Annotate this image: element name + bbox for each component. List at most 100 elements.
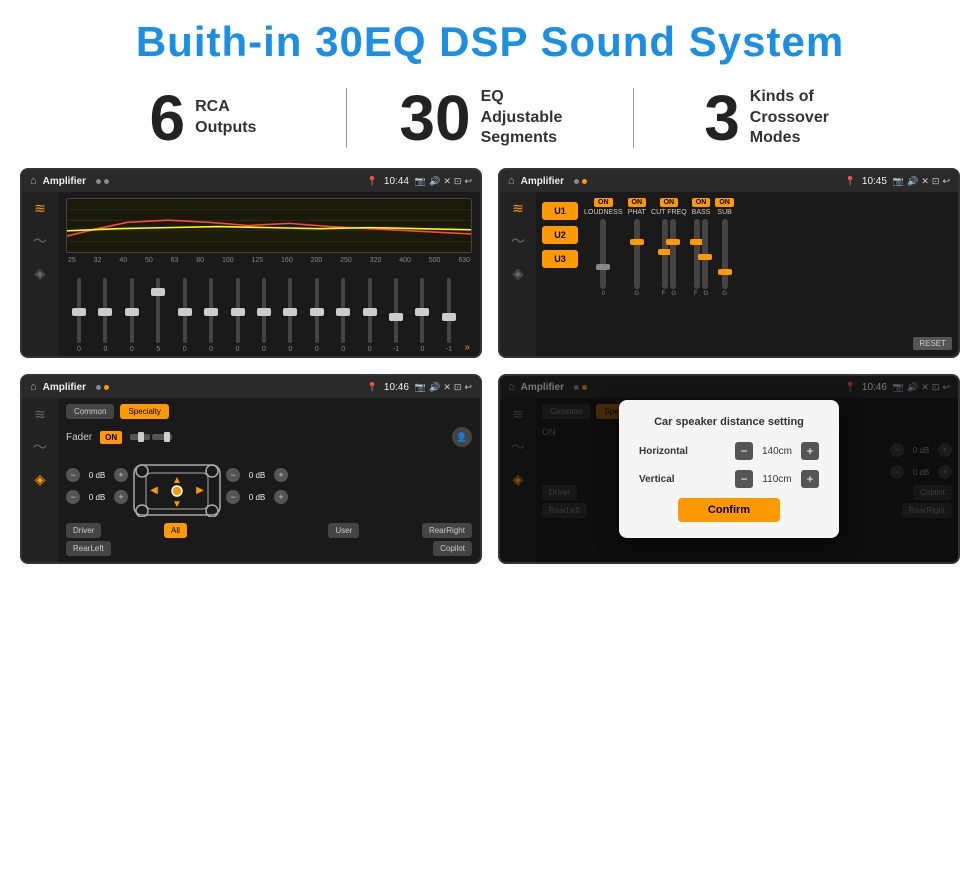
s2-back-icon[interactable]: ↩ <box>942 176 950 187</box>
slider-track-7[interactable] <box>236 278 240 343</box>
s3-close-icon[interactable]: ✕ <box>443 382 451 393</box>
eq-more-arrow[interactable]: » <box>464 342 470 353</box>
s2-eq-icon[interactable]: ≋ <box>512 200 524 217</box>
slider-thumb-15[interactable] <box>442 313 456 321</box>
s3-eq-icon[interactable]: ≋ <box>34 406 46 423</box>
slider-track-1[interactable] <box>77 278 81 343</box>
vertical-plus-btn[interactable]: + <box>801 470 819 488</box>
slider-track-9[interactable] <box>288 278 292 343</box>
window-icon[interactable]: ⊡ <box>454 176 462 187</box>
home-icon-3[interactable]: ⌂ <box>30 381 37 393</box>
slider-thumb-4[interactable] <box>151 288 165 296</box>
home-icon[interactable]: ⌂ <box>30 175 37 187</box>
slider-track-12[interactable] <box>368 278 372 343</box>
rearleft-btn[interactable]: RearLeft <box>66 541 111 556</box>
slider-thumb-14[interactable] <box>415 308 429 316</box>
phat-slider[interactable] <box>634 219 640 289</box>
slider-thumb-11[interactable] <box>336 308 350 316</box>
s3-wave-icon[interactable]: 〜 <box>33 437 47 457</box>
back-icon[interactable]: ↩ <box>464 176 472 187</box>
u1-preset[interactable]: U1 <box>542 202 578 220</box>
s2-wave-icon[interactable]: 〜 <box>511 231 525 251</box>
loudness-slider-1[interactable] <box>600 219 606 289</box>
slider-track-8[interactable] <box>262 278 266 343</box>
loudness-on[interactable]: ON <box>594 198 613 207</box>
horizontal-plus-btn[interactable]: + <box>801 442 819 460</box>
bass-slider-g[interactable] <box>702 219 708 289</box>
phat-thumb[interactable] <box>630 239 644 245</box>
sub-thumb[interactable] <box>718 269 732 275</box>
copilot-btn[interactable]: Copilot <box>433 541 472 556</box>
slider-thumb-12[interactable] <box>363 308 377 316</box>
slider-thumb-3[interactable] <box>125 308 139 316</box>
bass-thumb-g[interactable] <box>698 254 712 260</box>
fader-on-toggle[interactable]: ON <box>100 431 122 444</box>
rr-plus[interactable]: + <box>274 490 288 504</box>
slider-thumb-9[interactable] <box>283 308 297 316</box>
common-tab[interactable]: Common <box>66 404 114 419</box>
cutfreq-on[interactable]: ON <box>660 198 679 207</box>
s3-back-icon[interactable]: ↩ <box>464 382 472 393</box>
cutfreq-slider-g[interactable] <box>670 219 676 289</box>
horizontal-ctrl: − 140cm + <box>735 442 819 460</box>
loudness-thumb-1[interactable] <box>596 264 610 270</box>
slider-thumb-2[interactable] <box>98 308 112 316</box>
vertical-minus-btn[interactable]: − <box>735 470 753 488</box>
rearright-btn[interactable]: RearRight <box>422 523 472 538</box>
slider-track-2[interactable] <box>103 278 107 343</box>
slider-thumb-13[interactable] <box>389 313 403 321</box>
s2-window-icon[interactable]: ⊡ <box>932 176 940 187</box>
user-btn[interactable]: User <box>328 523 359 538</box>
s2-close-icon[interactable]: ✕ <box>921 176 929 187</box>
fr-plus[interactable]: + <box>274 468 288 482</box>
screen2-reset-btn[interactable]: RESET <box>913 337 952 350</box>
fader-v-thumb[interactable] <box>164 432 170 442</box>
fader-profile-icon[interactable]: 👤 <box>452 427 472 447</box>
slider-thumb-7[interactable] <box>231 308 245 316</box>
slider-track-11[interactable] <box>341 278 345 343</box>
u2-preset[interactable]: U2 <box>542 226 578 244</box>
eq-sidebar-icon[interactable]: ≋ <box>34 200 46 217</box>
slider-thumb-6[interactable] <box>204 308 218 316</box>
slider-track-14[interactable] <box>420 278 424 343</box>
fader-h-thumb[interactable] <box>138 432 144 442</box>
s2-spk-icon[interactable]: ◈ <box>513 265 524 282</box>
slider-track-15[interactable] <box>447 278 451 343</box>
slider-thumb-10[interactable] <box>310 308 324 316</box>
speaker-sidebar-icon[interactable]: ◈ <box>35 265 46 282</box>
fr-minus[interactable]: − <box>226 468 240 482</box>
slider-track-4[interactable] <box>156 278 160 343</box>
rr-minus[interactable]: − <box>226 490 240 504</box>
slider-track-5[interactable] <box>183 278 187 343</box>
wave-sidebar-icon[interactable]: 〜 <box>33 231 47 251</box>
all-btn[interactable]: All <box>164 523 187 538</box>
cutfreq-slider-f[interactable] <box>662 219 668 289</box>
phat-on[interactable]: ON <box>628 198 647 207</box>
fader-h-slider[interactable] <box>130 434 150 440</box>
close-icon[interactable]: ✕ <box>443 176 451 187</box>
rl-minus[interactable]: − <box>66 490 80 504</box>
s3-spk-icon[interactable]: ◈ <box>35 471 46 488</box>
slider-thumb-5[interactable] <box>178 308 192 316</box>
s3-window-icon[interactable]: ⊡ <box>454 382 462 393</box>
fl-minus[interactable]: − <box>66 468 80 482</box>
slider-thumb-8[interactable] <box>257 308 271 316</box>
sub-slider[interactable] <box>722 219 728 289</box>
cutfreq-thumb-g[interactable] <box>666 239 680 245</box>
bass-on[interactable]: ON <box>692 198 711 207</box>
fader-v-slider[interactable] <box>152 434 172 440</box>
slider-track-13[interactable] <box>394 278 398 343</box>
specialty-tab[interactable]: Specialty <box>120 404 168 419</box>
u3-preset[interactable]: U3 <box>542 250 578 268</box>
slider-track-3[interactable] <box>130 278 134 343</box>
horizontal-minus-btn[interactable]: − <box>735 442 753 460</box>
confirm-button[interactable]: Confirm <box>678 498 780 522</box>
slider-track-6[interactable] <box>209 278 213 343</box>
slider-track-10[interactable] <box>315 278 319 343</box>
slider-thumb-1[interactable] <box>72 308 86 316</box>
driver-btn[interactable]: Driver <box>66 523 101 538</box>
sub-on[interactable]: ON <box>715 198 734 207</box>
fl-plus[interactable]: + <box>114 468 128 482</box>
rl-plus[interactable]: + <box>114 490 128 504</box>
home-icon-2[interactable]: ⌂ <box>508 175 515 187</box>
